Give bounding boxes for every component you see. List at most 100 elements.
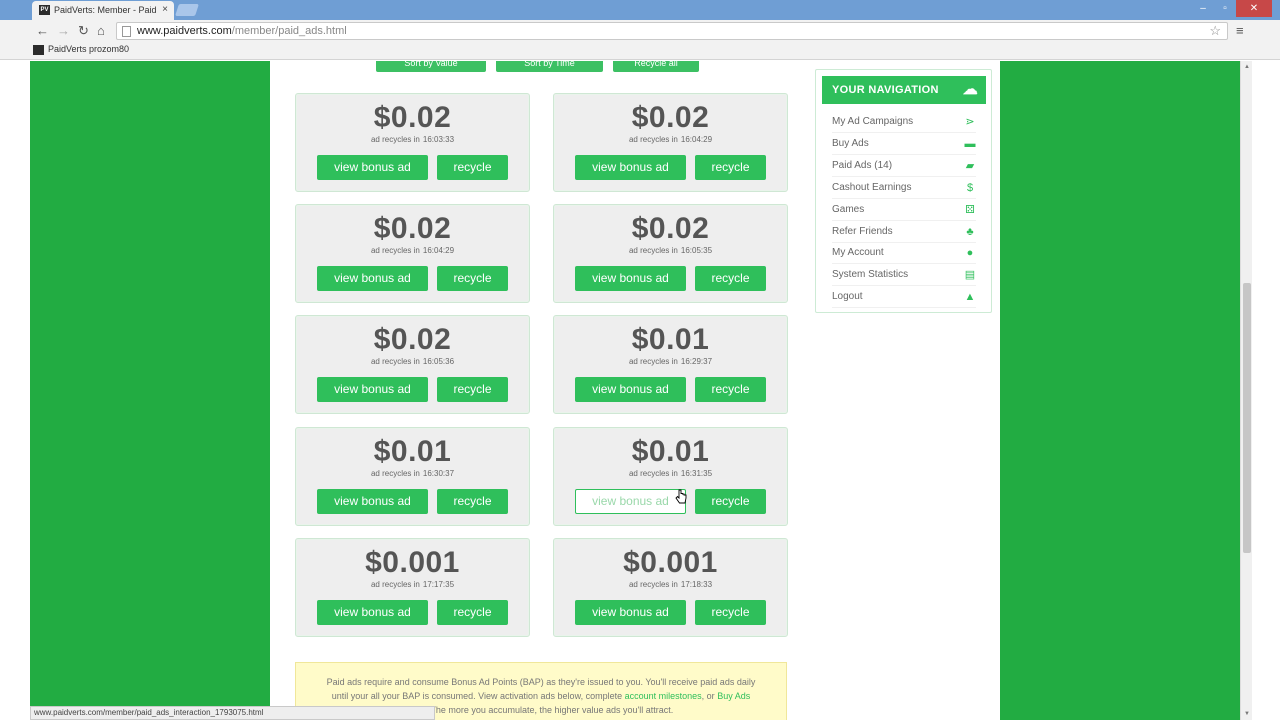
recycle-time: 16:03:33 bbox=[422, 135, 455, 144]
nav-item-label: Paid Ads (14) bbox=[832, 159, 893, 171]
user-icon: ● bbox=[966, 247, 974, 260]
ad-amount: $0.02 bbox=[631, 212, 710, 245]
view-bonus-ad-button[interactable]: view bonus ad bbox=[575, 489, 686, 514]
recycle-button[interactable]: recycle bbox=[695, 155, 766, 180]
nav-item-label: Refer Friends bbox=[832, 225, 893, 237]
nav-item-cashout-earnings[interactable]: Cashout Earnings $ bbox=[832, 177, 976, 199]
ad-recycle-note: ad recycles in 16:30:37 bbox=[296, 469, 529, 478]
bookmark-item[interactable]: PaidVerts prozom80 bbox=[33, 44, 129, 55]
recycle-time: 17:18:33 bbox=[680, 580, 713, 589]
chart-icon: ▤ bbox=[964, 269, 976, 282]
ad-recycle-note: ad recycles in 16:05:35 bbox=[554, 246, 787, 255]
account-milestones-link[interactable]: account milestones bbox=[625, 691, 702, 701]
view-bonus-ad-button[interactable]: view bonus ad bbox=[317, 600, 428, 625]
recycle-button[interactable]: recycle bbox=[695, 489, 766, 514]
recycle-button[interactable]: recycle bbox=[437, 489, 508, 514]
recycle-button[interactable]: recycle bbox=[437, 600, 508, 625]
recycle-time: 16:29:37 bbox=[680, 357, 713, 366]
page-scrollbar[interactable]: ▲ ▼ bbox=[1240, 61, 1252, 720]
recycle-time: 16:30:37 bbox=[422, 469, 455, 478]
window-close-icon[interactable]: ✕ bbox=[1236, 0, 1272, 17]
recycle-button[interactable]: recycle bbox=[695, 266, 766, 291]
recycle-button[interactable]: recycle bbox=[695, 377, 766, 402]
recycle-button[interactable]: recycle bbox=[437, 155, 508, 180]
recycle-label: ad recycles in bbox=[628, 357, 678, 366]
view-bonus-ad-button[interactable]: view bonus ad bbox=[575, 266, 686, 291]
ad-recycle-note: ad recycles in 16:05:36 bbox=[296, 357, 529, 366]
ad-amount: $0.02 bbox=[631, 101, 710, 134]
back-arrow-icon[interactable]: ← bbox=[36, 23, 49, 39]
browser-menu-icon[interactable]: ≡ bbox=[1236, 23, 1244, 38]
browser-tab[interactable]: PV PaidVerts: Member - Paid × bbox=[32, 1, 174, 20]
page-icon bbox=[122, 26, 131, 37]
tab-title: PaidVerts: Member - Paid bbox=[54, 5, 157, 15]
recycle-label: ad recycles in bbox=[370, 469, 420, 478]
paid-ad-card: $0.001 ad recycles in 17:18:33 view bonus a… bbox=[553, 538, 788, 637]
truck-icon: ▰ bbox=[965, 159, 975, 172]
view-bonus-ad-button[interactable]: view bonus ad bbox=[575, 377, 686, 402]
recycle-label: ad recycles in bbox=[628, 580, 678, 589]
bookmark-favicon-icon bbox=[33, 45, 44, 55]
recycle-button[interactable]: recycle bbox=[437, 266, 508, 291]
recycle-button[interactable]: recycle bbox=[437, 377, 508, 402]
nav-item-label: Logout bbox=[832, 291, 863, 303]
url-host: www.paidverts.com bbox=[137, 25, 232, 37]
reload-icon[interactable]: ↻ bbox=[78, 23, 89, 39]
maximize-icon[interactable]: ▫ bbox=[1214, 3, 1236, 14]
tab-close-icon[interactable]: × bbox=[162, 4, 168, 15]
ad-amount: $0.02 bbox=[373, 212, 452, 245]
hand-pointer-cursor-icon bbox=[675, 489, 687, 504]
info-line-2: until your all your BAP is consumed. Vie… bbox=[331, 691, 623, 701]
recycle-time: 16:31:35 bbox=[680, 469, 713, 478]
ad-amount: $0.02 bbox=[373, 101, 452, 134]
cloud-upload-icon: ☁ bbox=[962, 81, 978, 98]
recycle-label: ad recycles in bbox=[370, 357, 420, 366]
recycle-label: ad recycles in bbox=[628, 135, 678, 144]
bookmark-star-icon[interactable]: ☆ bbox=[1209, 23, 1221, 39]
sort-by-value-button[interactable]: Sort by Value bbox=[376, 61, 486, 72]
view-bonus-ad-button[interactable]: view bonus ad bbox=[317, 266, 428, 291]
scroll-up-icon[interactable]: ▲ bbox=[1244, 64, 1250, 70]
recycle-time: 16:04:29 bbox=[680, 135, 713, 144]
home-icon[interactable]: ⌂ bbox=[97, 23, 105, 39]
nav-item-my-account[interactable]: My Account ● bbox=[832, 242, 976, 265]
paid-ad-card: $0.02 ad recycles in 16:05:36 view bonus ad… bbox=[295, 315, 530, 414]
view-bonus-ad-button[interactable]: view bonus ad bbox=[575, 155, 686, 180]
buy-ads-link[interactable]: Buy Ads bbox=[717, 691, 750, 701]
view-bonus-ad-button[interactable]: view bonus ad bbox=[575, 600, 686, 625]
ad-recycle-note: ad recycles in 16:29:37 bbox=[554, 357, 787, 366]
paid-ad-card: $0.01 ad recycles in 16:31:35 view bonus ad… bbox=[553, 427, 788, 526]
view-bonus-ad-button[interactable]: view bonus ad bbox=[317, 489, 428, 514]
sort-by-time-button[interactable]: Sort by Time bbox=[496, 61, 603, 72]
forward-arrow-icon[interactable]: → bbox=[57, 23, 70, 39]
url-path: /member/paid_ads.html bbox=[231, 25, 347, 37]
nav-item-refer-friends[interactable]: Refer Friends ♣ bbox=[832, 221, 976, 243]
view-bonus-ad-button[interactable]: view bonus ad bbox=[317, 155, 428, 180]
page-viewport: Sort by Value Sort by Time Recycle all $… bbox=[30, 61, 1240, 720]
nav-item-my-ad-campaigns[interactable]: My Ad Campaigns ⋗ bbox=[832, 111, 976, 133]
new-tab-button[interactable] bbox=[175, 4, 199, 16]
paid-ad-card: $0.01 ad recycles in 16:30:37 view bonus ad… bbox=[295, 427, 530, 526]
nav-item-games[interactable]: Games ⚄ bbox=[832, 199, 976, 221]
scroll-down-icon[interactable]: ▼ bbox=[1244, 711, 1250, 717]
nav-item-label: My Ad Campaigns bbox=[832, 116, 914, 127]
view-bonus-ad-button[interactable]: view bonus ad bbox=[317, 377, 428, 402]
nav-item-label: My Account bbox=[832, 247, 884, 259]
main-content: Sort by Value Sort by Time Recycle all $… bbox=[270, 61, 1000, 720]
recycle-label: ad recycles in bbox=[628, 469, 678, 478]
navigation-panel: YOUR NAVIGATION ☁ My Ad Campaigns ⋗ Buy Ad… bbox=[815, 69, 992, 313]
nav-item-system-statistics[interactable]: System Statistics ▤ bbox=[832, 264, 976, 287]
address-bar[interactable]: www.paidverts.com/member/paid_ads.html ☆ bbox=[116, 22, 1228, 40]
recycle-button[interactable]: recycle bbox=[695, 600, 766, 625]
nav-item-paid-ads-14[interactable]: Paid Ads (14) ▰ bbox=[832, 155, 976, 177]
status-bar-url: www.paidverts.com/member/paid_ads_intera… bbox=[30, 706, 435, 720]
nav-item-label: Buy Ads bbox=[832, 137, 869, 149]
scrollbar-thumb[interactable] bbox=[1243, 283, 1251, 553]
nav-item-logout[interactable]: Logout ▲ bbox=[832, 286, 976, 309]
nav-item-buy-ads[interactable]: Buy Ads ▬ bbox=[832, 133, 976, 155]
ad-recycle-note: ad recycles in 16:03:33 bbox=[296, 135, 529, 144]
recycle-all-button[interactable]: Recycle all bbox=[613, 61, 699, 72]
paid-ad-card: $0.01 ad recycles in 16:29:37 view bonus ad… bbox=[553, 315, 788, 414]
browser-tab-strip: PV PaidVerts: Member - Paid × ‒ ▫ ✕ bbox=[0, 0, 1280, 20]
minimize-icon[interactable]: ‒ bbox=[1192, 3, 1214, 14]
